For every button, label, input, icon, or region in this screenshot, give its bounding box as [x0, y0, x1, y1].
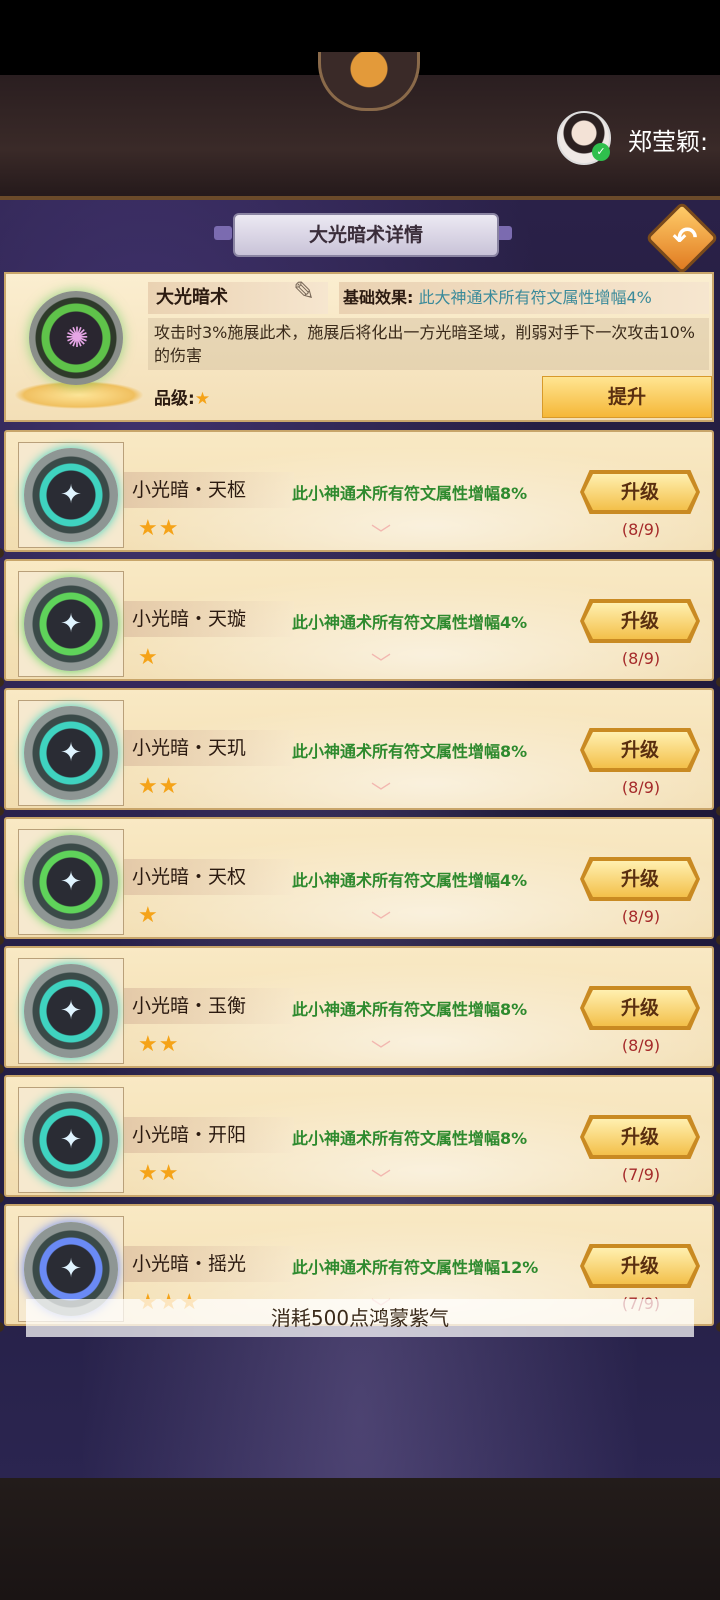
upgrade-button[interactable]: 升级	[584, 990, 696, 1026]
star-rating-icon: ★★	[138, 774, 180, 799]
sub-skill-name: 小光暗・天权	[124, 859, 294, 895]
sub-skill-name: 小光暗・天枢	[124, 472, 294, 508]
star-rating-icon: ★	[138, 903, 159, 928]
skill-emblem-icon: ✺	[14, 283, 144, 413]
sub-skill-name: 小光暗・摇光	[124, 1246, 294, 1282]
sub-skill-effect: 此小神通术所有符文属性增幅4%	[292, 613, 528, 632]
upgrade-progress: (8/9)	[621, 778, 661, 797]
star-rating-icon: ★★	[138, 1032, 180, 1057]
upgrade-button[interactable]: 升级	[584, 861, 696, 897]
sub-skill-effect: 此小神通术所有符文属性增幅8%	[292, 742, 528, 761]
sub-skill-effect: 此小神通术所有符文属性增幅4%	[292, 871, 528, 890]
username: 郑莹颖:	[628, 128, 709, 156]
constellation-icon: ✦	[24, 835, 118, 929]
sub-skill-icon-frame: ✦	[18, 442, 124, 548]
row-divider-dot	[716, 1193, 720, 1203]
upgrade-button[interactable]: 升级	[584, 732, 696, 768]
sub-skill-icon-frame: ✦	[18, 829, 124, 935]
chevron-down-icon[interactable]: ﹀	[366, 518, 396, 547]
row-divider-dot	[716, 677, 720, 687]
sub-skill-row: ✦ 小光暗・天枢 ★★ 此小神通术所有符文属性增幅8% ﹀ 升级 (8/9)	[4, 430, 714, 552]
sub-skill-name: 小光暗・玉衡	[124, 988, 294, 1024]
constellation-icon: ✦	[24, 1093, 118, 1187]
book-icon[interactable]: ✎	[286, 276, 322, 308]
bottom-background	[0, 1478, 720, 1600]
constellation-icon: ✦	[24, 706, 118, 800]
grade-label: 品级:	[154, 389, 195, 409]
row-divider-dot	[716, 1064, 720, 1074]
row-divider-dot	[716, 548, 720, 558]
sub-skill-effect: 此小神通术所有符文属性增幅8%	[292, 1129, 528, 1148]
base-effect: 基础效果: 此大神通术所有符文属性增幅4%	[339, 282, 709, 314]
sub-skill-name: 小光暗・天璇	[124, 601, 294, 637]
sub-skill-icon-frame: ✦	[18, 1087, 124, 1193]
base-effect-label: 基础效果:	[343, 288, 414, 307]
sub-skill-icon-frame: ✦	[18, 700, 124, 806]
sub-skill-name: 小光暗・开阳	[124, 1117, 294, 1153]
chevron-down-icon[interactable]: ﹀	[366, 1163, 396, 1192]
sub-skill-row: ✦ 小光暗・玉衡 ★★ 此小神通术所有符文属性增幅8% ﹀ 升级 (8/9)	[4, 946, 714, 1068]
promote-button[interactable]: 提升	[542, 376, 712, 418]
sub-skill-row: ✦ 小光暗・天璇 ★ 此小神通术所有符文属性增幅4% ﹀ 升级 (8/9)	[4, 559, 714, 681]
sub-skill-icon-frame: ✦	[18, 958, 124, 1064]
upgrade-button[interactable]: 升级	[584, 603, 696, 639]
upgrade-progress: (8/9)	[621, 649, 661, 668]
star-rating-icon: ★★	[138, 1161, 180, 1186]
title-cap-left	[214, 226, 232, 240]
grade-star-icon: ★	[194, 389, 211, 409]
upgrade-progress: (8/9)	[621, 1036, 661, 1055]
sub-skill-row: ✦ 小光暗・天权 ★ 此小神通术所有符文属性增幅4% ﹀ 升级 (8/9)	[4, 817, 714, 939]
constellation-icon: ✦	[24, 577, 118, 671]
cost-toast: 消耗500点鸿蒙紫气	[26, 1299, 694, 1337]
chevron-down-icon[interactable]: ﹀	[366, 776, 396, 805]
grade: 品级:★	[154, 384, 210, 409]
upgrade-progress: (7/9)	[621, 1165, 661, 1184]
constellation-icon: ✦	[24, 448, 118, 542]
row-divider-dot	[716, 935, 720, 945]
wechat-icon: ✓	[592, 143, 610, 161]
sub-skill-row: ✦ 小光暗・天玑 ★★ 此小神通术所有符文属性增幅8% ﹀ 升级 (8/9)	[4, 688, 714, 810]
sub-skill-icon-frame: ✦	[18, 571, 124, 677]
upgrade-button[interactable]: 升级	[584, 1248, 696, 1284]
skill-description: 攻击时3%施展此术，施展后将化出一方光暗圣域，削弱对手下一次攻击10%的伤害	[148, 318, 709, 370]
page-title: 大光暗术详情	[233, 213, 499, 257]
constellation-icon: ✦	[24, 964, 118, 1058]
chevron-down-icon[interactable]: ﹀	[366, 1034, 396, 1063]
star-rating-icon: ★	[138, 645, 159, 670]
base-effect-value: 此大神通术所有符文属性增幅4%	[418, 288, 652, 307]
star-rating-icon: ★★	[138, 516, 180, 541]
upgrade-button[interactable]: 升级	[584, 1119, 696, 1155]
sub-skill-row: ✦ 小光暗・开阳 ★★ 此小神通术所有符文属性增幅8% ﹀ 升级 (7/9)	[4, 1075, 714, 1197]
chevron-down-icon[interactable]: ﹀	[366, 647, 396, 676]
row-divider-dot	[716, 1322, 720, 1332]
upgrade-button[interactable]: 升级	[584, 474, 696, 510]
row-divider-dot	[716, 806, 720, 816]
back-arrow-icon: ↶	[672, 221, 698, 256]
sub-skill-name: 小光暗・天玑	[124, 730, 294, 766]
upgrade-progress: (8/9)	[621, 907, 661, 926]
upgrade-progress: (8/9)	[621, 520, 661, 539]
sub-skill-effect: 此小神通术所有符文属性增幅8%	[292, 1000, 528, 1019]
chevron-down-icon[interactable]: ﹀	[366, 905, 396, 934]
sub-skill-effect: 此小神通术所有符文属性增幅12%	[292, 1258, 539, 1277]
sub-skill-effect: 此小神通术所有符文属性增幅8%	[292, 484, 528, 503]
